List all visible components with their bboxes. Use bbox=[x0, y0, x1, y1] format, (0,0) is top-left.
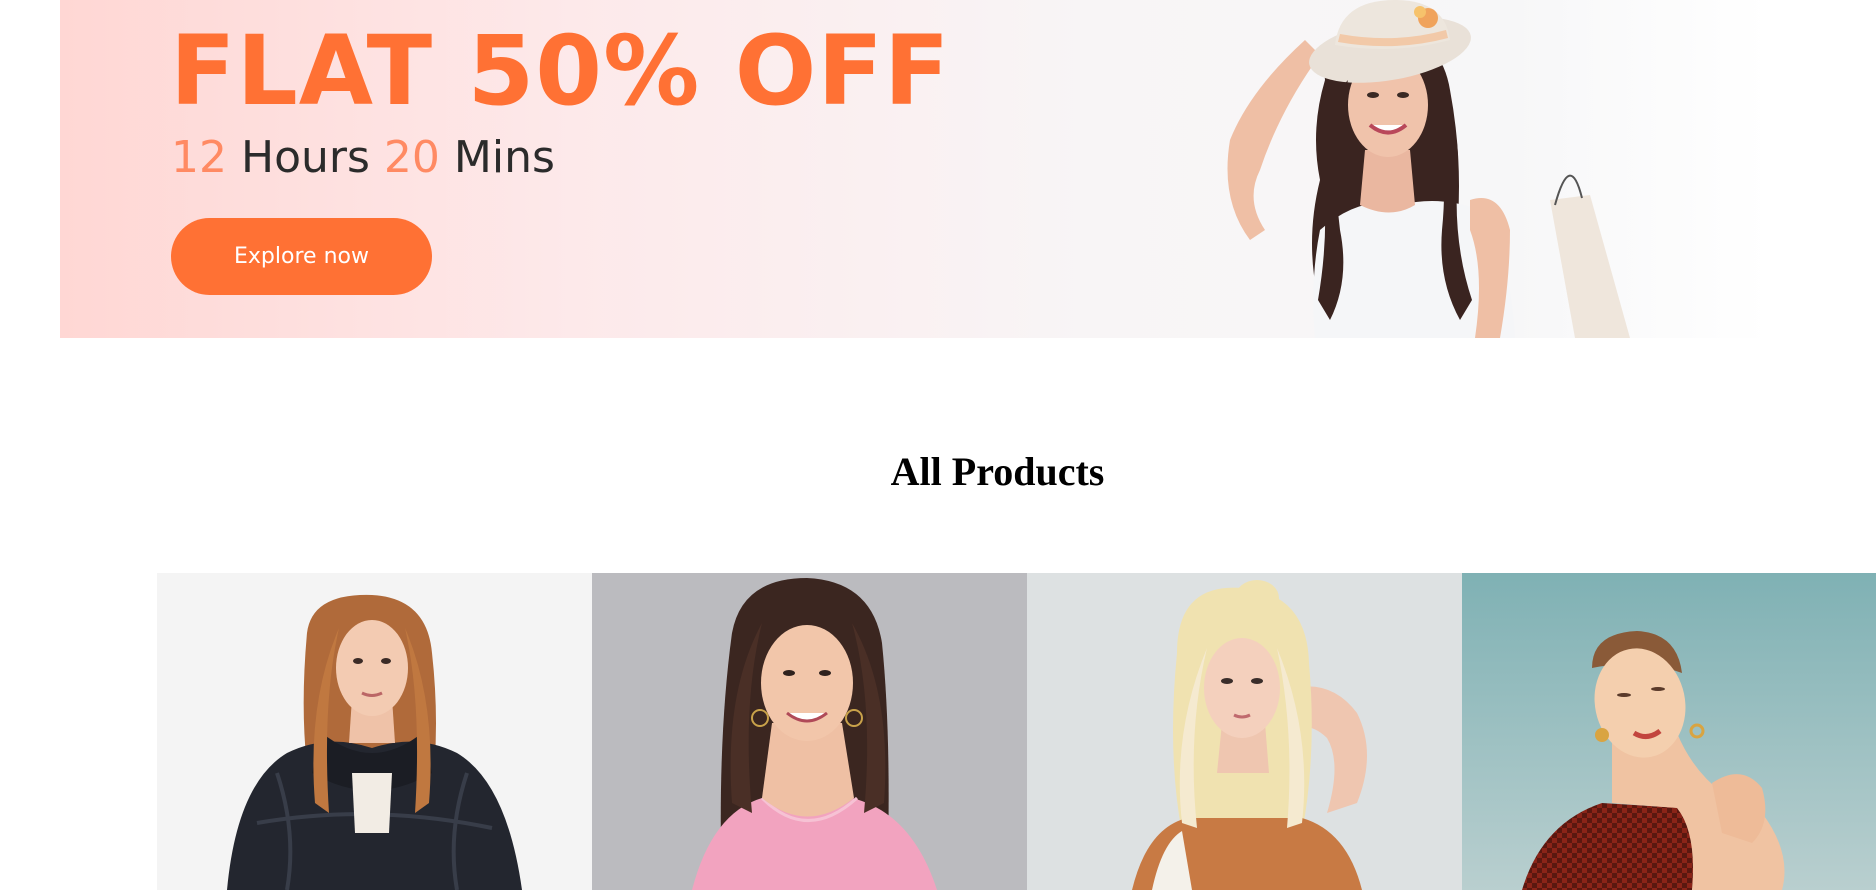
product-image[interactable] bbox=[157, 573, 592, 890]
product-card[interactable] bbox=[592, 573, 1027, 890]
timer-hours-label: Hours bbox=[241, 132, 370, 183]
page: FLAT 50% OFF 12 Hours 20 Mins Explore no… bbox=[0, 0, 1876, 890]
product-card[interactable] bbox=[1462, 573, 1876, 890]
product-grid bbox=[157, 573, 1876, 890]
product-card[interactable] bbox=[1027, 573, 1462, 890]
product-image[interactable] bbox=[1027, 573, 1462, 890]
product-image[interactable] bbox=[1462, 573, 1876, 890]
promo-headline: FLAT 50% OFF bbox=[170, 15, 951, 127]
timer-hours-value: 12 bbox=[171, 132, 227, 183]
section-title: All Products bbox=[890, 449, 1105, 494]
hero-model-image bbox=[1227, 0, 1630, 338]
product-image[interactable] bbox=[592, 573, 1027, 890]
explore-now-button[interactable]: Explore now bbox=[171, 218, 432, 295]
countdown-timer: 12 Hours 20 Mins bbox=[171, 128, 555, 188]
timer-minutes-label: Mins bbox=[453, 132, 555, 183]
product-card[interactable] bbox=[157, 573, 592, 890]
promo-banner: FLAT 50% OFF 12 Hours 20 Mins Explore no… bbox=[60, 0, 1770, 338]
timer-minutes-value: 20 bbox=[383, 132, 440, 183]
